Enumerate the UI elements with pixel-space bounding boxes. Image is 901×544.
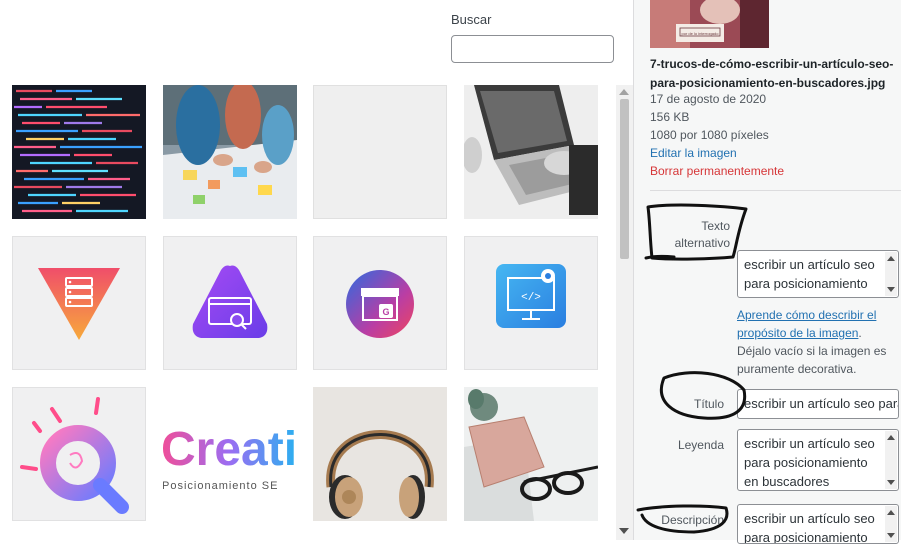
media-item-creati-logo[interactable]: Creati Posicionamiento SE [163,387,297,521]
caption-label: Leyenda [677,438,724,452]
svg-text:G: G [382,307,389,317]
search-input[interactable] [451,35,614,63]
alt-text-help: Aprende cómo describir el propósito de l… [737,306,897,378]
laptop-typing-image [464,85,598,219]
alt-text-help-link[interactable]: Aprende cómo describir el propósito de l… [737,308,876,340]
alt-text-help-note: Déjalo vacío si la imagen es puramente d… [737,344,887,376]
scroll-thumb[interactable] [620,99,629,259]
title-value: escribir un artículo seo para posicionam… [744,396,898,411]
q-bulb-logo [20,397,129,514]
creati-logo-text: Creati [163,423,297,476]
alt-text-label-line2: alternativo [674,236,730,250]
store-circle-icon: G [346,270,414,338]
caption-value: escribir un artículo seo para posicionam… [744,436,875,489]
title-label: Título [693,397,724,411]
attachment-thumbnail-image: por de lo interrogado [650,0,769,48]
media-item-q-bulb-logo[interactable] [12,387,146,521]
scroll-down-arrow-icon[interactable] [619,528,629,534]
alt-text-annotation-tail [644,254,676,260]
headphones-image [313,387,447,521]
delete-permanently-link[interactable]: Borrar permanentemente [650,164,784,178]
details-divider [650,190,901,191]
attachment-thumbnail-caption: por de lo interrogado [682,31,720,36]
media-item-laptop-typing[interactable] [464,85,598,219]
media-item-monitor-code-icon[interactable]: </> [464,236,598,370]
attachment-filename: 7-trucos-de-cómo-escribir-un-artículo-se… [650,57,894,90]
media-item-server-funnel-icon[interactable] [12,236,146,370]
alt-text-help-period: . [858,326,862,340]
caption-scrollbar[interactable] [885,431,897,489]
media-item-headphones[interactable] [313,387,447,521]
description-field[interactable]: escribir un artículo seo para posicionam… [737,504,899,544]
alt-text-label: Texto alternativo [650,218,730,252]
media-item-seo-triangle-icon[interactable] [163,236,297,370]
creati-logo: Creati Posicionamiento SE [163,387,297,521]
alt-text-label-line1: Texto [701,219,730,233]
attachment-dimensions: 1080 por 1080 píxeles [650,128,769,142]
description-value: escribir un artículo seo para posicionam… [744,511,875,544]
alt-text-field[interactable]: escribir un artículo seo para posicionam… [737,250,899,298]
creati-logo-subtext: Posicionamiento SE [163,480,278,492]
title-annotation-circle [660,371,747,420]
media-grid-pane: Buscar G </> Creati Posicionamiento SE [0,0,616,540]
media-grid-scrollbar[interactable] [616,85,633,540]
server-funnel-icon [38,268,120,340]
title-field[interactable]: escribir un artículo seo para posicionam… [737,389,899,419]
svg-text:</>: </> [521,292,541,304]
monitor-code-icon: </> [496,264,566,328]
edit-image-link[interactable]: Editar la imagen [650,146,737,160]
search-label: Buscar [451,12,492,27]
code-screen-image [12,85,146,219]
alt-text-scrollbar[interactable] [885,252,897,296]
description-scrollbar[interactable] [885,506,897,542]
alt-text-value: escribir un artículo seo para posicionam… [744,257,875,297]
media-item-store-circle-icon[interactable]: G [313,236,447,370]
scroll-up-arrow-icon[interactable] [619,89,629,95]
media-item-team-meeting[interactable] [163,85,297,219]
seo-triangle-icon [192,265,268,338]
caption-field[interactable]: escribir un artículo seo para posicionam… [737,429,899,491]
glasses-desk-image [464,387,598,521]
media-item-blank[interactable] [313,85,447,219]
media-item-glasses-desk[interactable] [464,387,598,521]
attachment-filesize: 156 KB [650,110,690,124]
attachment-thumbnail: por de lo interrogado [650,0,769,48]
team-meeting-image [163,85,297,219]
attachment-date: 17 de agosto de 2020 [650,92,767,106]
description-label: Descripción [661,513,724,527]
attachment-details-panel: por de lo interrogado 7-trucos-de-cómo-e… [633,0,901,544]
media-item-code-screen[interactable] [12,85,146,219]
